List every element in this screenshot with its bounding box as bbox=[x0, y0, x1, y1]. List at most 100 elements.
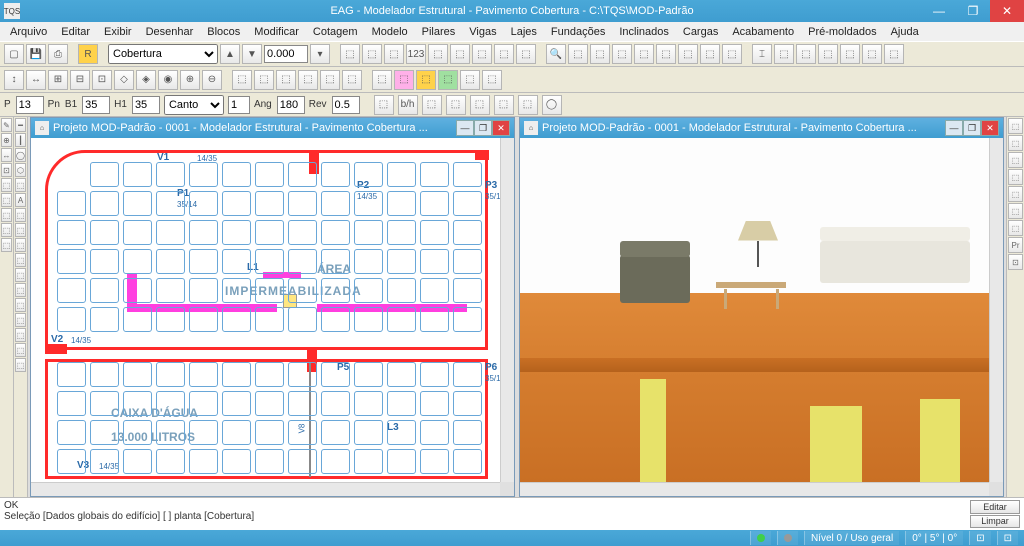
vl2-p[interactable]: ⬚ bbox=[15, 343, 26, 357]
pane-3d-close[interactable]: ✕ bbox=[981, 120, 999, 136]
p-input[interactable] bbox=[16, 96, 44, 114]
t2-b[interactable]: ↔ bbox=[26, 70, 46, 90]
pt-b[interactable]: b/h bbox=[398, 95, 418, 115]
vl1-f[interactable]: ⬚ bbox=[1, 193, 12, 207]
vl1-a[interactable]: ✎ bbox=[1, 118, 12, 132]
tool-v[interactable]: ⬚ bbox=[818, 44, 838, 64]
window-close-button[interactable]: ✕ bbox=[990, 0, 1024, 22]
viewport-3d[interactable] bbox=[520, 138, 989, 482]
pane-3d-body[interactable] bbox=[520, 138, 1003, 496]
tool-d[interactable]: 123 bbox=[406, 44, 426, 64]
log-edit-button[interactable]: Editar bbox=[970, 500, 1020, 514]
vl1-b[interactable]: ⊕ bbox=[1, 133, 12, 147]
menu-pilares[interactable]: Pilares bbox=[416, 25, 462, 39]
vr-f[interactable]: ⬚ bbox=[1008, 203, 1023, 219]
window-minimize-button[interactable]: — bbox=[922, 0, 956, 22]
t2-c[interactable]: ⊞ bbox=[48, 70, 68, 90]
t2-p[interactable]: ⬚ bbox=[342, 70, 362, 90]
pt-g[interactable]: ⬚ bbox=[518, 95, 538, 115]
tool-w[interactable]: ⬚ bbox=[840, 44, 860, 64]
t2-f[interactable]: ◇ bbox=[114, 70, 134, 90]
tool-g[interactable]: ⬚ bbox=[472, 44, 492, 64]
menu-vigas[interactable]: Vigas bbox=[463, 25, 502, 39]
pane-plan-max[interactable]: ❐ bbox=[474, 120, 492, 136]
3d-scrollbar-h[interactable] bbox=[520, 482, 989, 496]
tool-p[interactable]: ⬚ bbox=[678, 44, 698, 64]
t2-t[interactable]: ⬚ bbox=[438, 70, 458, 90]
t2-o[interactable]: ⬚ bbox=[320, 70, 340, 90]
b1-input[interactable] bbox=[82, 96, 110, 114]
vl2-d[interactable]: ⬡ bbox=[15, 163, 26, 177]
pane-plan-body[interactable]: V1 14/35 P1 35/14 P2 14/35 P3 35/1 L1 ÁR… bbox=[31, 138, 514, 496]
plan-scrollbar-h[interactable] bbox=[31, 482, 500, 496]
vr-d[interactable]: ⬚ bbox=[1008, 169, 1023, 185]
vr-e[interactable]: ⬚ bbox=[1008, 186, 1023, 202]
pt-e[interactable]: ⬚ bbox=[470, 95, 490, 115]
print-button[interactable]: ⎙ bbox=[48, 44, 68, 64]
t2-i[interactable]: ⊕ bbox=[180, 70, 200, 90]
rev-input[interactable] bbox=[332, 96, 360, 114]
status-toggle-a[interactable]: ⊡ bbox=[969, 531, 990, 545]
tool-q[interactable]: ⬚ bbox=[700, 44, 720, 64]
menu-editar[interactable]: Editar bbox=[55, 25, 96, 39]
vl1-g[interactable]: ⬚ bbox=[1, 208, 12, 222]
t2-k[interactable]: ⬚ bbox=[232, 70, 252, 90]
save-button[interactable]: 💾 bbox=[26, 44, 46, 64]
menu-modelo[interactable]: Modelo bbox=[366, 25, 414, 39]
t2-g[interactable]: ◈ bbox=[136, 70, 156, 90]
tool-r[interactable]: ⬚ bbox=[722, 44, 742, 64]
vl2-f[interactable]: A bbox=[15, 193, 26, 207]
tool-k[interactable]: ⬚ bbox=[568, 44, 588, 64]
vr-pr[interactable]: Pr bbox=[1008, 237, 1023, 253]
tool-o[interactable]: ⬚ bbox=[656, 44, 676, 64]
tool-c[interactable]: ⬚ bbox=[384, 44, 404, 64]
vl2-j[interactable]: ⬚ bbox=[15, 253, 26, 267]
t2-q[interactable]: ⬚ bbox=[372, 70, 392, 90]
vl1-c[interactable]: ↔ bbox=[1, 148, 12, 162]
tool-a[interactable]: ⬚ bbox=[340, 44, 360, 64]
menu-arquivo[interactable]: Arquivo bbox=[4, 25, 53, 39]
floor-down-button[interactable]: ▼ bbox=[242, 44, 262, 64]
new-button[interactable]: ▢ bbox=[4, 44, 24, 64]
vl2-q[interactable]: ⬚ bbox=[15, 358, 26, 372]
pt-a[interactable]: ⬚ bbox=[374, 95, 394, 115]
menu-modificar[interactable]: Modificar bbox=[248, 25, 305, 39]
t2-e[interactable]: ⊡ bbox=[92, 70, 112, 90]
t2-d[interactable]: ⊟ bbox=[70, 70, 90, 90]
tool-u[interactable]: ⬚ bbox=[796, 44, 816, 64]
tool-e[interactable]: ⬚ bbox=[428, 44, 448, 64]
tool-l[interactable]: ⬚ bbox=[590, 44, 610, 64]
tool-t[interactable]: ⬚ bbox=[774, 44, 794, 64]
t2-n[interactable]: ⬚ bbox=[298, 70, 318, 90]
t2-j[interactable]: ⊖ bbox=[202, 70, 222, 90]
vl2-o[interactable]: ⬚ bbox=[15, 328, 26, 342]
vl2-b[interactable]: ┃ bbox=[15, 133, 26, 147]
tool-n[interactable]: ⬚ bbox=[634, 44, 654, 64]
menu-blocos[interactable]: Blocos bbox=[201, 25, 246, 39]
menu-lajes[interactable]: Lajes bbox=[505, 25, 543, 39]
t2-u[interactable]: ⬚ bbox=[460, 70, 480, 90]
plan-canvas[interactable]: V1 14/35 P1 35/14 P2 14/35 P3 35/1 L1 ÁR… bbox=[37, 144, 494, 476]
tool-x[interactable]: ⬚ bbox=[862, 44, 882, 64]
vl2-i[interactable]: ⬚ bbox=[15, 238, 26, 252]
3d-scrollbar-v[interactable] bbox=[989, 138, 1003, 482]
menu-exibir[interactable]: Exibir bbox=[98, 25, 138, 39]
menu-ajuda[interactable]: Ajuda bbox=[885, 25, 925, 39]
vl1-d[interactable]: ⊡ bbox=[1, 163, 12, 177]
vl2-m[interactable]: ⬚ bbox=[15, 298, 26, 312]
vr-b[interactable]: ⬚ bbox=[1008, 135, 1023, 151]
window-restore-button[interactable]: ❐ bbox=[956, 0, 990, 22]
vl2-h[interactable]: ⬚ bbox=[15, 223, 26, 237]
tool-y[interactable]: ⬚ bbox=[884, 44, 904, 64]
zoom-input[interactable] bbox=[264, 45, 308, 63]
pt-c[interactable]: ⬚ bbox=[422, 95, 442, 115]
menu-inclinados[interactable]: Inclinados bbox=[613, 25, 675, 39]
vr-g[interactable]: ⬚ bbox=[1008, 220, 1023, 236]
vl1-i[interactable]: ⬚ bbox=[1, 238, 12, 252]
vr-a[interactable]: ⬚ bbox=[1008, 118, 1023, 134]
vl1-e[interactable]: ⬚ bbox=[1, 178, 12, 192]
menu-cargas[interactable]: Cargas bbox=[677, 25, 724, 39]
tool-j[interactable]: 🔍 bbox=[546, 44, 566, 64]
vl2-g[interactable]: ⬚ bbox=[15, 208, 26, 222]
menu-cotagem[interactable]: Cotagem bbox=[307, 25, 364, 39]
